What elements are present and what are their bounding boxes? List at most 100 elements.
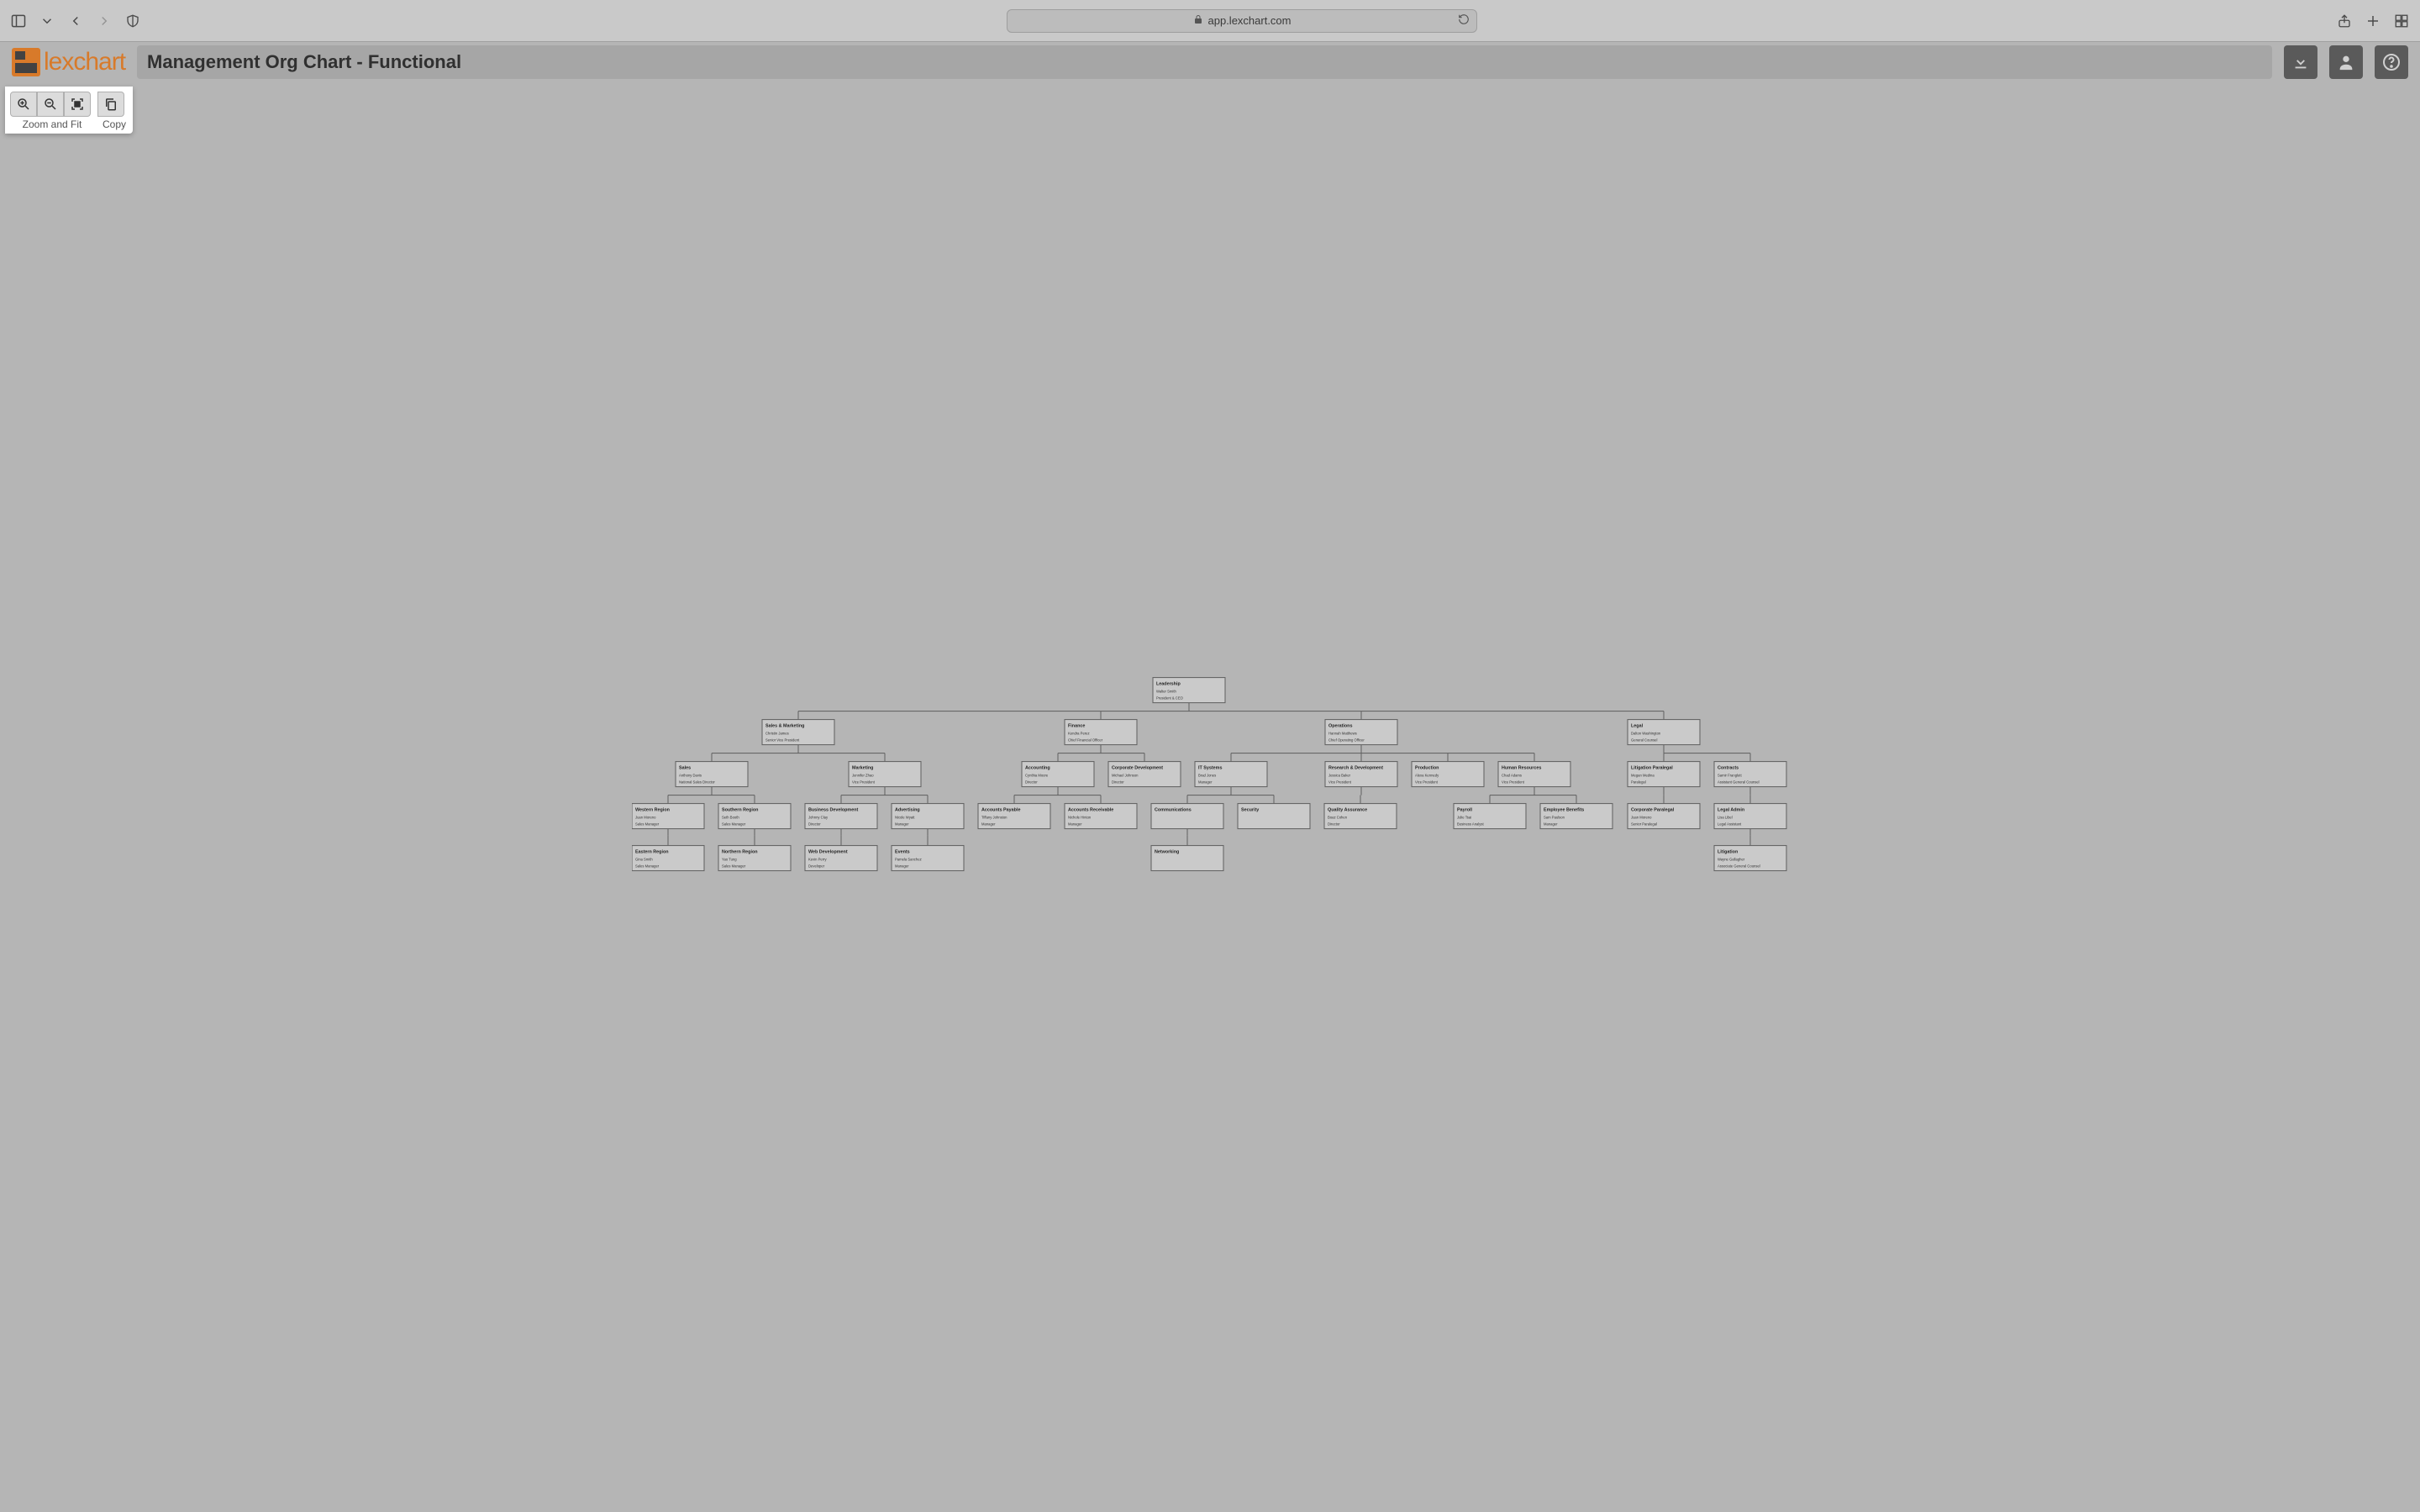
address-bar[interactable]: app.lexchart.com <box>1007 9 1477 33</box>
org-chart[interactable]: LeadershipWalter SmithPresident & CEO Sal… <box>632 674 1788 875</box>
org-node[interactable]: Human ResourcesChad AdamsVice President <box>1498 762 1570 787</box>
org-node[interactable]: FinanceKendra PerezChief Financial Offic… <box>1065 720 1137 745</box>
svg-text:Networking: Networking <box>1155 850 1179 855</box>
svg-text:Manager: Manager <box>1198 780 1213 785</box>
logo[interactable]: lexchart <box>12 48 125 76</box>
svg-text:Corporate Paralegal: Corporate Paralegal <box>1631 808 1675 813</box>
plus-icon[interactable] <box>2365 13 2381 29</box>
org-node[interactable]: LitigationWayne GallagherAssociate Gener… <box>1714 846 1786 871</box>
org-node[interactable]: IT SystemsBrad JonesManager <box>1195 762 1267 787</box>
svg-text:Accounts Payable: Accounts Payable <box>981 808 1020 813</box>
org-node[interactable]: Accounts PayableTiffany JohnstonManager <box>978 804 1050 829</box>
org-node[interactable]: LegalDalton WashingtonGeneral Counsel <box>1628 720 1700 745</box>
org-node[interactable]: Networking <box>1151 846 1223 871</box>
forward-icon[interactable] <box>96 13 113 29</box>
org-node[interactable]: Communications <box>1151 804 1223 829</box>
svg-text:Lisa Libel: Lisa Libel <box>1718 816 1733 820</box>
back-icon[interactable] <box>67 13 84 29</box>
share-icon[interactable] <box>2336 13 2353 29</box>
org-node[interactable]: Events Pamela Sanchez Manager <box>892 846 964 871</box>
svg-text:Litigation Paralegal: Litigation Paralegal <box>1631 766 1673 771</box>
tabs-icon[interactable] <box>2393 13 2410 29</box>
zoom-in-button[interactable] <box>10 92 37 117</box>
svg-text:Nichole Hinton: Nichole Hinton <box>1068 816 1092 820</box>
chart-title-text: Management Org Chart - Functional <box>147 51 461 73</box>
chart-title-input[interactable]: Management Org Chart - Functional <box>137 45 2272 79</box>
svg-text:Seth Booth: Seth Booth <box>722 816 739 820</box>
svg-text:Events: Events <box>895 850 910 855</box>
org-node[interactable]: MarketingJennifer ZhaoVice President <box>849 762 921 787</box>
svg-text:Pamela Sanchez: Pamela Sanchez <box>895 858 922 862</box>
svg-text:Business Analyst: Business Analyst <box>1457 822 1484 827</box>
org-node[interactable]: ProductionAlexa KennedyVice President <box>1412 762 1484 787</box>
svg-text:Security: Security <box>1241 808 1259 813</box>
org-node[interactable]: Eastern RegionGina SmithSales Manager <box>632 846 704 871</box>
copy-button[interactable] <box>97 92 124 117</box>
svg-text:Operations: Operations <box>1328 724 1352 729</box>
svg-text:Manager: Manager <box>981 822 996 827</box>
svg-text:Legal Admin: Legal Admin <box>1718 808 1744 813</box>
org-node[interactable]: Western RegionJuan MorenoSales Manager <box>632 804 704 829</box>
account-button[interactable] <box>2329 45 2363 79</box>
svg-text:Kevin Perry: Kevin Perry <box>808 858 828 862</box>
svg-text:Juan Moreno: Juan Moreno <box>1631 816 1652 820</box>
shield-icon[interactable] <box>124 13 141 29</box>
svg-text:Michael Johnson: Michael Johnson <box>1112 774 1139 778</box>
canvas[interactable]: LeadershipWalter SmithPresident & CEO Sal… <box>0 141 2420 1512</box>
svg-text:Juan Moreno: Juan Moreno <box>635 816 656 820</box>
svg-text:Alexa Kennedy: Alexa Kennedy <box>1415 774 1439 778</box>
svg-text:Sales Manager: Sales Manager <box>722 822 746 827</box>
svg-text:Quality Assurance: Quality Assurance <box>1328 808 1367 813</box>
svg-text:Vice President: Vice President <box>1328 780 1352 785</box>
svg-text:Senior Paralegal: Senior Paralegal <box>1631 822 1657 827</box>
org-node[interactable]: Web DevelopmentKevin PerryDeveloper <box>805 846 877 871</box>
browser-toolbar: app.lexchart.com <box>0 0 2420 42</box>
svg-text:Yao Tung: Yao Tung <box>722 858 737 862</box>
org-node[interactable]: Corporate DevelopmentMichael JohnsonDire… <box>1108 762 1181 787</box>
svg-text:Web Development: Web Development <box>808 850 848 855</box>
org-node[interactable]: Litigation ParalegalMegan MedinaParalega… <box>1628 762 1700 787</box>
org-node[interactable]: Business DevelopmentJohnny ClayDirector <box>805 804 877 829</box>
svg-text:President & CEO: President & CEO <box>1156 696 1184 701</box>
svg-text:Finance: Finance <box>1068 724 1085 729</box>
brand-text: lexchart <box>44 48 125 76</box>
org-node[interactable]: Legal AdminLisa LibelLegal Assistant <box>1714 804 1786 829</box>
org-node[interactable]: Research & DevelopmentJessica BakerVice … <box>1325 762 1397 787</box>
org-node[interactable]: Sales & MarketingChristin JamesSenior Vi… <box>762 720 834 745</box>
org-node[interactable]: OperationsHannah MatthewsChief Operating… <box>1325 720 1397 745</box>
svg-text:Human Resources: Human Resources <box>1502 766 1541 771</box>
org-node[interactable]: PayrollJulie TsaiBusiness Analyst <box>1454 804 1526 829</box>
org-node[interactable]: Quality AssuranceBoaz CohenDirector <box>1324 804 1397 829</box>
svg-text:Chief Financial Officer: Chief Financial Officer <box>1068 738 1103 743</box>
help-button[interactable] <box>2375 45 2408 79</box>
org-node[interactable]: Corporate Paralegal Juan Moreno Senior Par… <box>1628 804 1700 829</box>
svg-text:Megan Medina: Megan Medina <box>1631 774 1655 778</box>
org-node[interactable]: Employee BenefitsSam PaulsonManager <box>1540 804 1612 829</box>
svg-text:Nicole Wyatt: Nicole Wyatt <box>895 816 915 820</box>
lock-icon <box>1193 14 1203 27</box>
zoom-out-button[interactable] <box>37 92 64 117</box>
svg-text:Sales: Sales <box>679 766 691 771</box>
svg-text:Manager: Manager <box>895 864 909 869</box>
org-node[interactable]: Security <box>1238 804 1310 829</box>
org-node[interactable]: SalesAnthony DavisNational Sales Directo… <box>676 762 748 787</box>
org-node[interactable]: ContractsSamir FranglettAssistant Genera… <box>1714 762 1786 787</box>
sidebar-icon[interactable] <box>10 13 27 29</box>
svg-text:Manager: Manager <box>1544 822 1558 827</box>
svg-text:Assistant General Counsel: Assistant General Counsel <box>1718 780 1760 785</box>
download-button[interactable] <box>2284 45 2317 79</box>
logo-mark-icon <box>12 48 40 76</box>
org-node[interactable]: Southern RegionSeth BoothSales Manager <box>718 804 791 829</box>
org-node[interactable]: LeadershipWalter SmithPresident & CEO <box>1153 678 1225 703</box>
svg-text:Vice President: Vice President <box>1502 780 1525 785</box>
fit-button[interactable] <box>64 92 91 117</box>
org-node[interactable]: Northern RegionYao TungSales Manager <box>718 846 791 871</box>
org-node[interactable]: Accounts ReceivableNichole HintonManager <box>1065 804 1137 829</box>
svg-text:Leadership: Leadership <box>1156 682 1181 687</box>
org-node[interactable]: AccountingCynthia MooreDirector <box>1022 762 1094 787</box>
svg-text:Litigation: Litigation <box>1718 850 1738 855</box>
reload-icon[interactable] <box>1458 13 1470 28</box>
chevron-down-icon[interactable] <box>39 13 55 29</box>
svg-text:Wayne Gallagher: Wayne Gallagher <box>1718 858 1745 862</box>
org-node[interactable]: AdvertisingNicole WyattManager <box>892 804 964 829</box>
